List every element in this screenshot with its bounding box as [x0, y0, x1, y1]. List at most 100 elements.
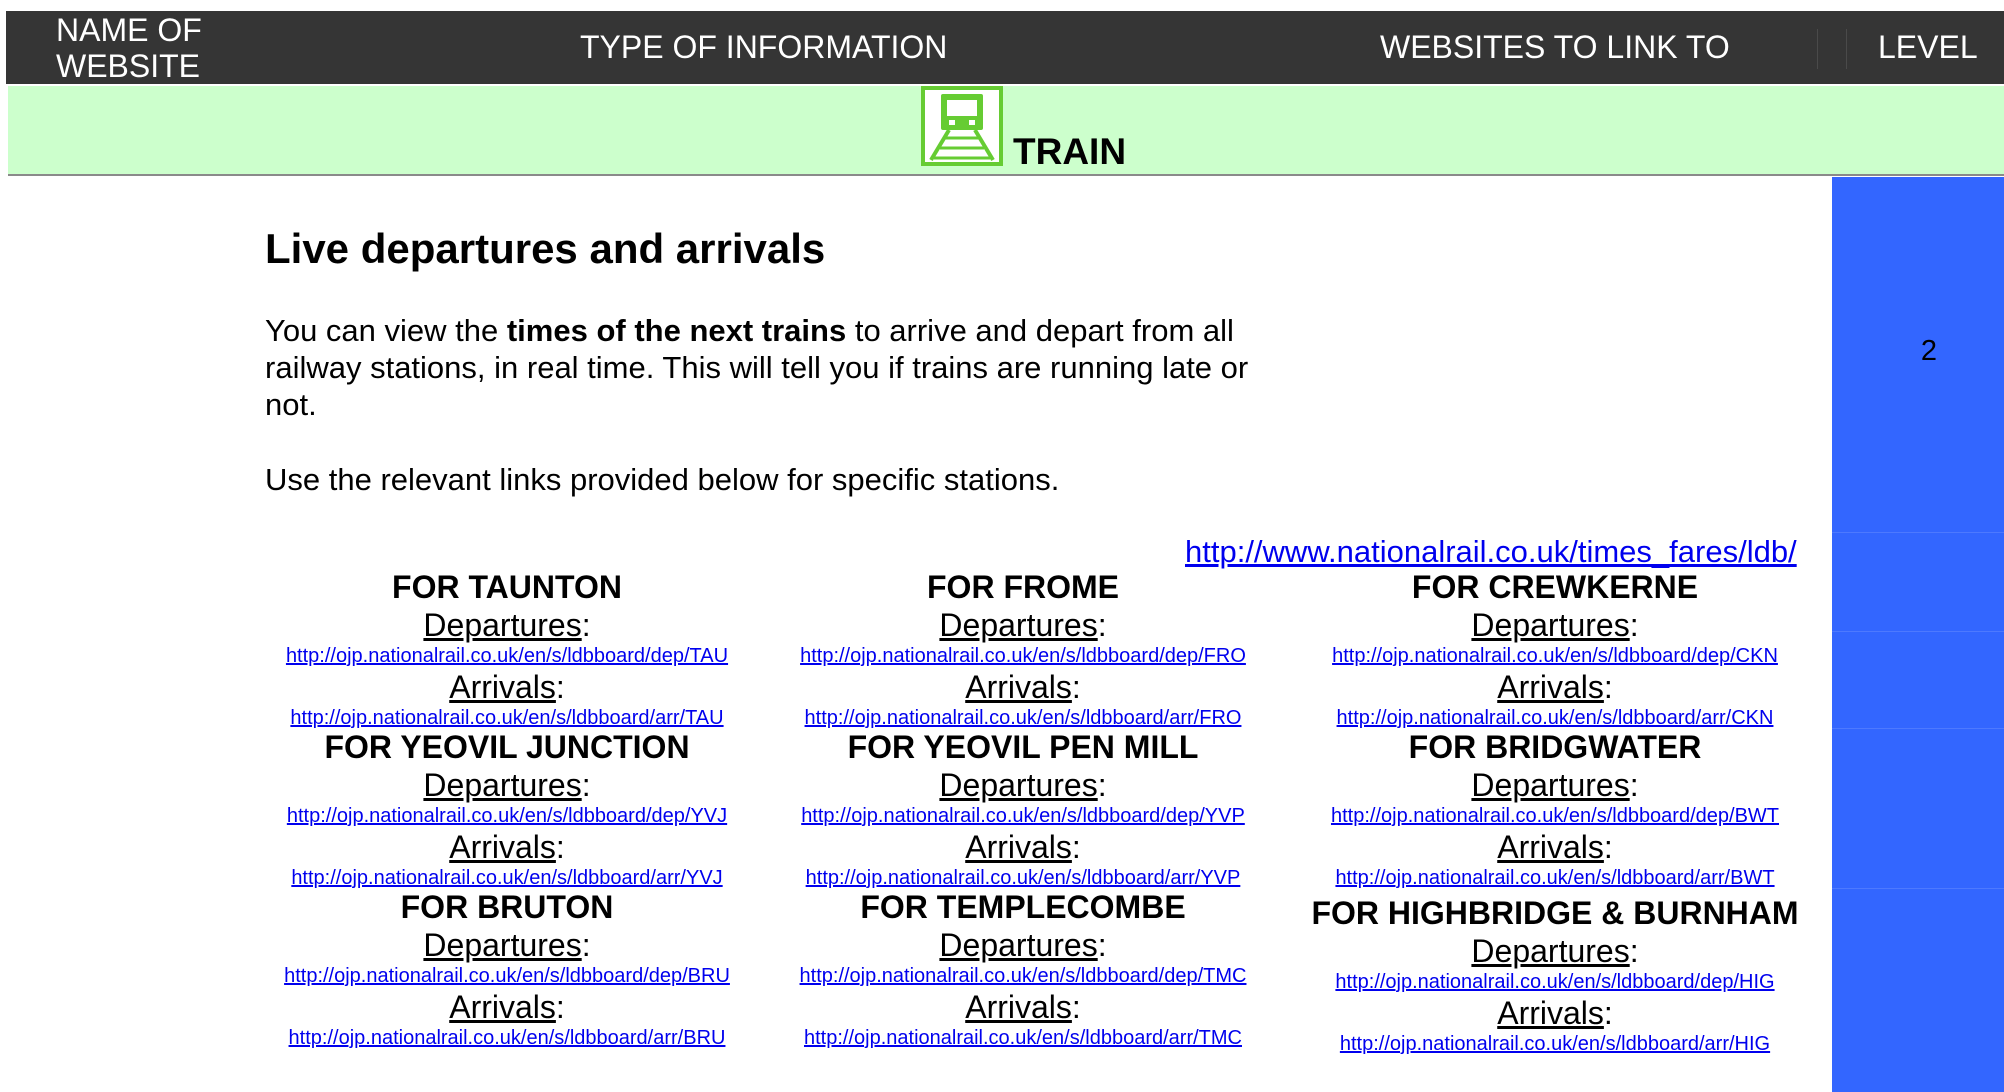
national-rail-link[interactable]: http://www.nationalrail.co.uk/times_fare… — [1185, 532, 1797, 572]
arrivals-label-text: Arrivals — [965, 989, 1072, 1025]
arrivals-label-text: Arrivals — [1497, 995, 1604, 1031]
description-instruction: Use the relevant links provided below fo… — [265, 462, 1060, 497]
label-colon: : — [555, 829, 565, 865]
arrivals-label: Arrivals: — [763, 988, 1283, 1026]
station-name: FOR CREWKERNE — [1411, 569, 1699, 605]
arrivals-label-text: Arrivals — [449, 829, 556, 865]
departures-label: Departures: — [1295, 766, 1815, 804]
description-text: You can view the — [265, 313, 507, 348]
description: You can view the times of the next train… — [265, 312, 1265, 423]
arrivals-link[interactable]: http://ojp.nationalrail.co.uk/en/s/ldbbo… — [1295, 866, 1815, 890]
header-type-of-information: TYPE OF INFORMATION — [580, 29, 948, 65]
description-bold: times of the next trains — [506, 313, 847, 348]
departures-label: Departures: — [763, 606, 1283, 644]
train-icon — [921, 86, 1003, 166]
label-colon: : — [1097, 767, 1107, 803]
arrivals-link[interactable]: http://ojp.nationalrail.co.uk/en/s/ldbbo… — [1295, 706, 1815, 730]
label-colon: : — [581, 927, 591, 963]
departures-link[interactable]: http://ojp.nationalrail.co.uk/en/s/ldbbo… — [763, 804, 1283, 828]
arrivals-label-text: Arrivals — [965, 829, 1072, 865]
arrivals-link[interactable]: http://ojp.nationalrail.co.uk/en/s/ldbbo… — [247, 1026, 767, 1050]
arrivals-link[interactable]: http://ojp.nationalrail.co.uk/en/s/ldbbo… — [247, 866, 767, 890]
departures-label-text: Departures — [1471, 767, 1630, 803]
arrivals-link[interactable]: http://ojp.nationalrail.co.uk/en/s/ldbbo… — [763, 706, 1283, 730]
arrivals-link[interactable]: http://ojp.nationalrail.co.uk/en/s/ldbbo… — [1295, 1032, 1815, 1056]
station-name: FOR TEMPLECOMBE — [860, 889, 1186, 925]
departures-link[interactable]: http://ojp.nationalrail.co.uk/en/s/ldbbo… — [247, 644, 767, 668]
level-divider — [1832, 728, 2004, 729]
station-block: FOR YEOVIL JUNCTION Departures: http://ojp… — [247, 728, 767, 890]
label-colon: : — [1603, 995, 1613, 1031]
label-colon: : — [1071, 829, 1081, 865]
station-block: FOR HIGHBRIDGE & BURNHAM Departures: http:… — [1295, 894, 1815, 1056]
departures-link[interactable]: http://ojp.nationalrail.co.uk/en/s/ldbbo… — [1295, 804, 1815, 828]
station-name: FOR YEOVIL PEN MILL — [847, 729, 1199, 765]
station-block: FOR FROME Departures: http://ojp.nationalr… — [763, 568, 1283, 730]
station-block: FOR BRUTON Departures: http://ojp.national… — [247, 888, 767, 1050]
departures-label: Departures: — [247, 606, 767, 644]
departures-label: Departures: — [247, 766, 767, 804]
station-block: FOR CREWKERNE Departures: http://ojp.natio… — [1295, 568, 1815, 730]
arrivals-link[interactable]: http://ojp.nationalrail.co.uk/en/s/ldbbo… — [763, 866, 1283, 890]
departures-link[interactable]: http://ojp.nationalrail.co.uk/en/s/ldbbo… — [247, 964, 767, 988]
station-name: FOR TAUNTON — [392, 569, 622, 605]
arrivals-label-text: Arrivals — [1497, 829, 1604, 865]
station-name: FOR BRIDGWATER — [1408, 729, 1702, 765]
departures-label: Departures: — [247, 926, 767, 964]
level-divider — [1832, 888, 2004, 889]
departures-link[interactable]: http://ojp.nationalrail.co.uk/en/s/ldbbo… — [1295, 970, 1815, 994]
station-block: FOR TEMPLECOMBE Departures: http://ojp.nat… — [763, 888, 1283, 1050]
departures-link[interactable]: http://ojp.nationalrail.co.uk/en/s/ldbbo… — [1295, 644, 1815, 668]
departures-link[interactable]: http://ojp.nationalrail.co.uk/en/s/ldbbo… — [763, 644, 1283, 668]
arrivals-label: Arrivals: — [247, 668, 767, 706]
station-name: FOR YEOVIL JUNCTION — [324, 729, 690, 765]
departures-label: Departures: — [763, 766, 1283, 804]
header-divider — [1817, 29, 1818, 69]
label-colon: : — [555, 989, 565, 1025]
arrivals-label: Arrivals: — [763, 668, 1283, 706]
departures-label-text: Departures — [423, 927, 582, 963]
header-websites-to-link-to: WEBSITES TO LINK TO — [1380, 29, 1730, 65]
arrivals-label: Arrivals: — [1295, 668, 1815, 706]
header-level: LEVEL — [1878, 29, 1978, 65]
station-name: FOR FROME — [927, 569, 1119, 605]
departures-label-text: Departures — [939, 927, 1098, 963]
station-block: FOR BRIDGWATER Departures: http://ojp.nati… — [1295, 728, 1815, 890]
table-header: NAME OF WEBSITE TYPE OF INFORMATION WEBS… — [6, 11, 2004, 84]
arrivals-label: Arrivals: — [1295, 828, 1815, 866]
departures-link[interactable]: http://ojp.nationalrail.co.uk/en/s/ldbbo… — [763, 964, 1283, 988]
departures-label: Departures: — [1295, 932, 1815, 970]
label-colon: : — [555, 669, 565, 705]
departures-label: Departures: — [763, 926, 1283, 964]
arrivals-label-text: Arrivals — [1497, 669, 1604, 705]
arrivals-label: Arrivals: — [763, 828, 1283, 866]
arrivals-label: Arrivals: — [247, 988, 767, 1026]
arrivals-label-text: Arrivals — [965, 669, 1072, 705]
level-value: 2 — [1920, 335, 1938, 367]
station-name: FOR HIGHBRIDGE & BURNHAM — [1311, 895, 1799, 931]
departures-link[interactable]: http://ojp.nationalrail.co.uk/en/s/ldbbo… — [247, 804, 767, 828]
label-colon: : — [1097, 607, 1107, 643]
departures-label-text: Departures — [423, 607, 582, 643]
category-band: TRAIN — [8, 86, 2004, 176]
arrivals-link[interactable]: http://ojp.nationalrail.co.uk/en/s/ldbbo… — [763, 1026, 1283, 1050]
arrivals-label: Arrivals: — [1295, 994, 1815, 1032]
departures-label-text: Departures — [423, 767, 582, 803]
label-colon: : — [1603, 669, 1613, 705]
arrivals-link[interactable]: http://ojp.nationalrail.co.uk/en/s/ldbbo… — [247, 706, 767, 730]
label-colon: : — [581, 607, 591, 643]
departures-label: Departures: — [1295, 606, 1815, 644]
level-column — [1832, 177, 2004, 1092]
level-divider — [1832, 532, 2004, 533]
departures-label-text: Departures — [939, 767, 1098, 803]
station-name: FOR BRUTON — [400, 889, 614, 925]
station-block: FOR TAUNTON Departures: http://ojp.nationa… — [247, 568, 767, 730]
label-colon: : — [1629, 607, 1639, 643]
label-colon: : — [1629, 933, 1639, 969]
departures-label-text: Departures — [939, 607, 1098, 643]
departures-label-text: Departures — [1471, 607, 1630, 643]
level-divider — [1832, 631, 2004, 632]
arrivals-label: Arrivals: — [247, 828, 767, 866]
label-colon: : — [1603, 829, 1613, 865]
label-colon: : — [1071, 669, 1081, 705]
